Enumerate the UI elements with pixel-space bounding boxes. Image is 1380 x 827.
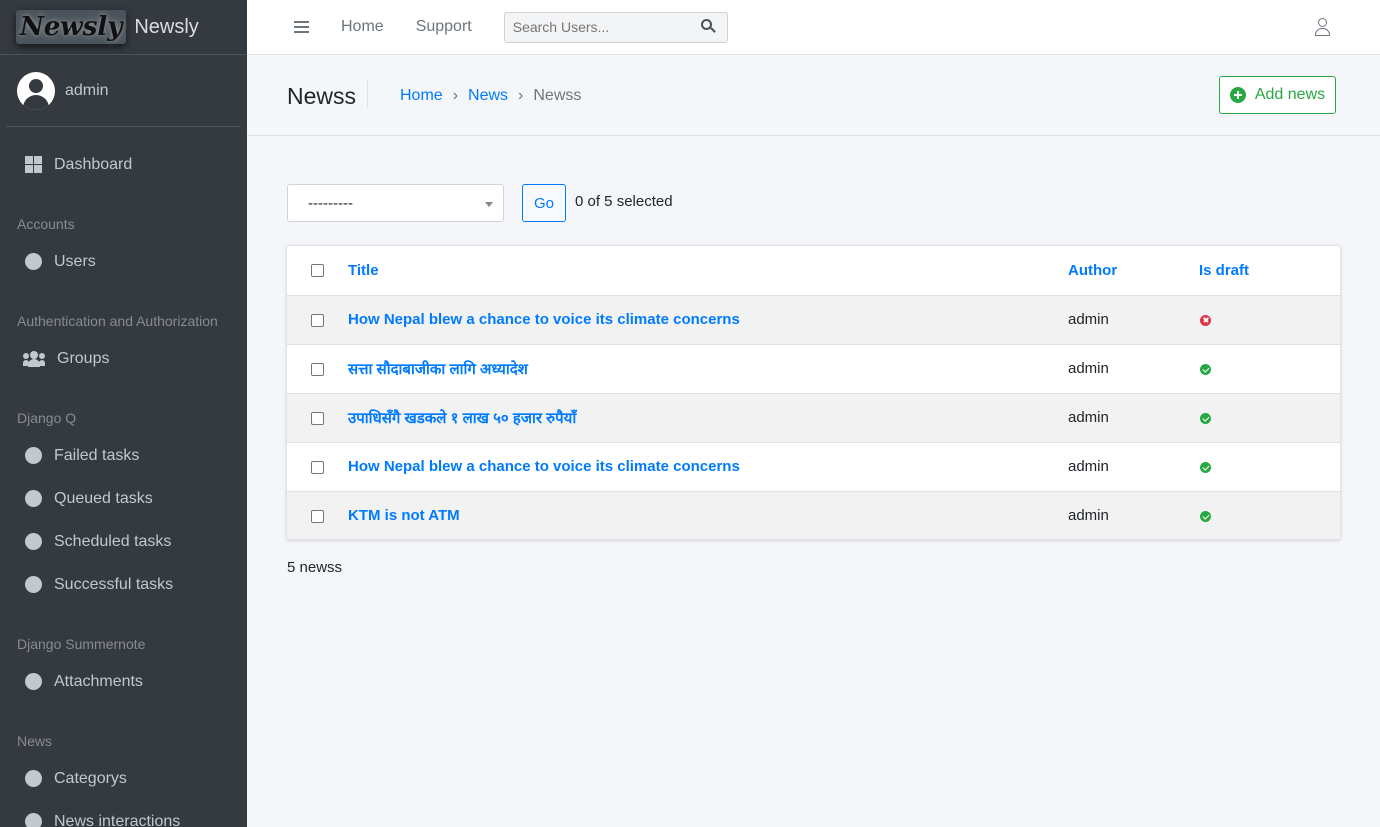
go-button[interactable]: Go [522,184,566,222]
column-header-is-draft[interactable]: Is draft [1199,246,1340,295]
sidebar-item-label: Successful tasks [54,575,174,593]
sidebar-item-scheduled-tasks[interactable]: Scheduled tasks [0,520,247,563]
selected-count: 0 of 5 selected [575,193,673,210]
breadcrumb-separator: › [452,87,459,104]
news-title-link[interactable]: सत्ता सौदाबाजीका लागि अध्यादेश [348,361,528,378]
table-row: उपाधिसँगै खडकले १ लाख ५० हजार रुपैयाँ ad… [287,392,1340,442]
sidebar-header-summernote: Django Summernote [17,636,146,652]
breadcrumb-home[interactable]: Home [400,87,443,105]
news-author: admin [1068,507,1109,525]
users-group-icon [23,350,45,367]
news-author: admin [1068,311,1109,328]
user-name[interactable]: admin [65,82,109,100]
table-header-row: Title Author Is draft [287,246,1340,295]
no-icon [1200,314,1211,326]
search-form [503,11,728,43]
yes-icon [1200,510,1211,522]
sidebar-item-label: Queued tasks [54,489,153,507]
sidebar-item-categorys[interactable]: Categorys [0,757,247,800]
top-navbar: Home Support [247,0,1380,55]
sidebar-item-failed-tasks[interactable]: Failed tasks [0,434,247,477]
yes-icon [1200,363,1211,375]
sidebar: Newsly Newsly admin Dashboard Accounts U… [0,0,247,827]
results-table: Title Author Is draft How Nepal blew a c… [286,245,1341,540]
circle-icon [25,490,42,507]
news-author: admin [1068,409,1109,426]
sidebar-item-label: Groups [57,349,110,367]
menu-toggle-icon[interactable] [294,21,309,33]
breadcrumb: Home › News › Newss [400,87,581,105]
dashboard-icon [25,156,42,173]
news-author: admin [1068,360,1109,377]
news-title-link[interactable]: KTM is not ATM [348,507,460,524]
yes-icon [1200,461,1211,473]
select-all-checkbox[interactable] [311,264,324,278]
plus-circle-icon [1229,87,1246,103]
sidebar-item-label: Attachments [54,672,143,690]
title-divider [367,80,368,108]
row-checkbox[interactable] [311,460,324,474]
breadcrumb-separator: › [518,87,524,104]
circle-icon [25,533,42,550]
row-checkbox[interactable] [311,362,324,376]
action-select[interactable]: --------- [287,184,504,222]
sidebar-header-django-q: Django Q [17,410,77,426]
user-panel[interactable]: admin [6,55,241,127]
column-header-title[interactable]: Title [348,246,1068,295]
nav-link-home[interactable]: Home [341,18,384,36]
breadcrumb-current: Newss [533,87,582,104]
sidebar-item-label: Failed tasks [54,446,140,464]
circle-icon [25,770,42,787]
add-news-label: Add news [1254,86,1326,103]
sidebar-item-news-interactions[interactable]: News interactions [0,800,247,827]
news-author: admin [1068,458,1109,475]
sidebar-item-label: News interactions [54,812,181,827]
circle-icon [25,576,42,593]
table-row: How Nepal blew a chance to voice its cli… [287,441,1340,491]
sidebar-item-attachments[interactable]: Attachments [0,660,247,703]
sidebar-item-label: Categorys [54,769,127,787]
nav-link-support[interactable]: Support [416,18,472,36]
circle-icon [25,253,42,270]
sidebar-header-news: News [17,733,53,749]
caret-down-icon [485,202,493,207]
sidebar-item-dashboard[interactable]: Dashboard [0,143,247,186]
row-checkbox[interactable] [311,411,324,425]
news-title-link[interactable]: How Nepal blew a chance to voice its cli… [348,311,740,328]
circle-icon [25,673,42,690]
breadcrumb-news[interactable]: News [468,87,508,105]
sidebar-item-groups[interactable]: Groups [0,337,247,380]
news-title-link[interactable]: How Nepal blew a chance to voice its cli… [348,458,740,475]
table-row: सत्ता सौदाबाजीका लागि अध्यादेश admin [287,343,1340,393]
brand-link[interactable]: Newsly Newsly [0,0,247,55]
column-header-author[interactable]: Author [1068,246,1199,295]
sidebar-item-successful-tasks[interactable]: Successful tasks [0,563,247,606]
search-icon[interactable] [700,19,717,35]
news-title-link[interactable]: उपाधिसँगै खडकले १ लाख ५० हजार रुपैयाँ [348,410,576,427]
row-checkbox[interactable] [311,313,324,327]
user-icon[interactable] [1314,18,1330,36]
page-title: Newss [287,83,357,109]
brand-logo: Newsly [16,10,127,44]
table-row: How Nepal blew a chance to voice its cli… [287,294,1340,344]
add-news-button[interactable]: Add news [1219,76,1336,114]
sidebar-header-auth: Authentication and Authorization [17,313,218,329]
circle-icon [25,813,42,827]
sidebar-item-queued-tasks[interactable]: Queued tasks [0,477,247,520]
sidebar-item-label: Dashboard [54,155,133,173]
sidebar-item-label: Scheduled tasks [54,532,172,550]
yes-icon [1200,412,1211,424]
result-count: 5 newss [287,559,343,576]
table-row: KTM is not ATM admin [287,490,1340,539]
avatar [17,71,55,110]
brand-name: Newsly [134,15,199,38]
search-input[interactable] [504,19,695,35]
sidebar-header-accounts: Accounts [17,216,75,232]
row-checkbox[interactable] [311,509,324,523]
action-select-value: --------- [308,194,353,212]
circle-icon [25,447,42,464]
content-header: Newss Home › News › Newss Add news [247,55,1380,136]
sidebar-item-label: Users [54,252,96,270]
sidebar-item-users[interactable]: Users [0,240,247,283]
